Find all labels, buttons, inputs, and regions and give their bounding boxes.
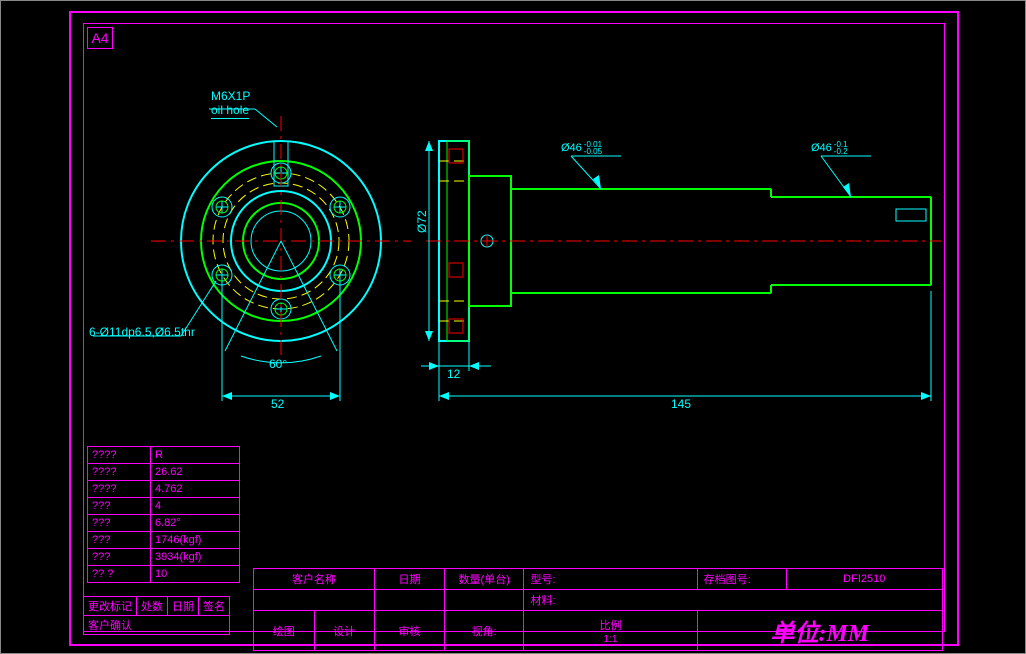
front-view xyxy=(93,109,411,401)
spec-val: 3934(kgf) xyxy=(151,549,240,566)
spec-table: ????R????26.62????4.762???4???6.82°???17… xyxy=(87,446,240,583)
spec-key: ??? xyxy=(88,498,151,515)
bolt-circle-dim: 52 xyxy=(271,397,284,411)
tb-date: 日期 xyxy=(375,569,445,590)
spec-val: 4.762 xyxy=(151,481,240,498)
spec-val: R xyxy=(151,447,240,464)
tb-material: 材料: xyxy=(524,590,943,611)
spec-key: ?? ? xyxy=(88,566,151,583)
revision-table: 更改标记 处数 日期 签名 客户确认 xyxy=(83,596,230,635)
spec-key: ???? xyxy=(88,447,151,464)
spec-val: 4 xyxy=(151,498,240,515)
thread-label: M6X1P xyxy=(211,89,250,103)
spec-key: ???? xyxy=(88,464,151,481)
spec-val: 6.82° xyxy=(151,515,240,532)
tb-check: 审核 xyxy=(375,611,445,651)
tb-archive-no: DFI2510 xyxy=(786,569,942,590)
thread-sub-label: oil hole xyxy=(211,103,249,119)
spec-key: ??? xyxy=(88,549,151,566)
angle-dim: 60° xyxy=(269,357,287,371)
spec-key: ???? xyxy=(88,481,151,498)
spec-key: ??? xyxy=(88,515,151,532)
tb-draw: 绘图 xyxy=(254,611,315,651)
tb-scale-val: 1:1 xyxy=(604,634,618,645)
spec-val: 1746(kgf) xyxy=(151,532,240,549)
tb-archive-label: 存档图号: xyxy=(697,569,786,590)
bolt-pattern-label: 6-Ø11dp6.5,Ø6.5thr xyxy=(89,325,195,339)
tb-model-label: 型号: xyxy=(524,569,697,590)
shaft-dia-2: Ø46-0.1-0.2 xyxy=(811,141,848,155)
shaft-dia-1: Ø46-0.01-0.05 xyxy=(561,141,602,155)
tb-view: 视角: xyxy=(444,611,524,651)
rev-sign: 签名 xyxy=(199,597,230,616)
rev-date: 日期 xyxy=(168,597,199,616)
tb-design: 设计 xyxy=(314,611,375,651)
cad-viewport[interactable]: A4 xyxy=(0,0,1026,654)
side-view xyxy=(421,141,941,401)
rev-mark: 更改标记 xyxy=(84,597,137,616)
flange-dia-dim: Ø72 xyxy=(415,210,429,233)
flange-thick-dim: 12 xyxy=(447,367,460,381)
spec-key: ??? xyxy=(88,532,151,549)
title-block: 客户名称 日期 数量(单台) 型号: 存档图号: DFI2510 材料: 绘图 … xyxy=(253,568,943,651)
tb-unit: 单位:MM xyxy=(770,621,869,647)
spec-val: 26.62 xyxy=(151,464,240,481)
spec-val: 10 xyxy=(151,566,240,583)
tb-scale: 比例 xyxy=(600,620,622,632)
length-dim: 145 xyxy=(671,397,691,411)
tb-qty: 数量(单台) xyxy=(444,569,524,590)
rev-confirm: 客户确认 xyxy=(84,616,230,635)
tb-customer: 客户名称 xyxy=(254,569,375,590)
rev-place: 处数 xyxy=(137,597,168,616)
